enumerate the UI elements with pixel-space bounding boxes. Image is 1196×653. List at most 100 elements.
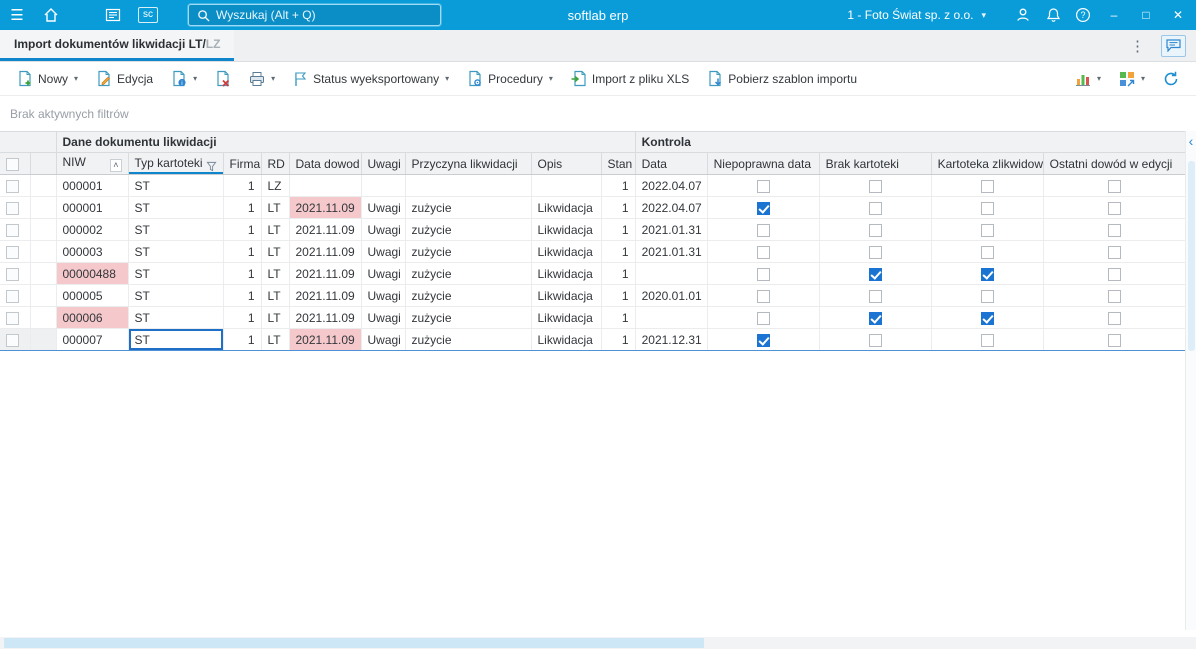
cell-przyczyna[interactable]: zużycie (405, 262, 532, 285)
cell-opis[interactable]: Likwidacja (531, 328, 602, 351)
table-row[interactable]: 000005 ST 1 LT 2021.11.09 Uwagi zużycie Likwida… (0, 284, 1186, 307)
cell-kartoteka_zlikw[interactable] (931, 196, 1044, 219)
brak_kartoteki-checkbox[interactable] (868, 311, 882, 325)
cell-przyczyna[interactable]: zużycie (405, 328, 532, 351)
cell-data[interactable]: 2022.04.07 (635, 196, 708, 219)
brak_kartoteki-checkbox[interactable] (868, 289, 882, 303)
cell-data_dowodu[interactable]: 2021.11.09 (289, 262, 362, 285)
cell-opis[interactable]: Likwidacja (531, 262, 602, 285)
cell-data[interactable]: 2022.04.07 (635, 174, 708, 197)
cell-niepoprawna_data[interactable] (707, 196, 820, 219)
cell-typ[interactable]: ST (128, 306, 224, 329)
cell-firma[interactable]: 1 (223, 196, 262, 219)
cell-data_dowodu[interactable]: 2021.11.09 (289, 196, 362, 219)
cell-kartoteka_zlikw[interactable] (931, 306, 1044, 329)
cell-opis[interactable]: Likwidacja (531, 306, 602, 329)
kartoteka_zlikw-checkbox[interactable] (980, 245, 994, 259)
table-row[interactable]: 000002 ST 1 LT 2021.11.09 Uwagi zużycie Likwida… (0, 218, 1186, 241)
cell-brak_kartoteki[interactable] (819, 174, 932, 197)
cell-data[interactable]: 2021.01.31 (635, 218, 708, 241)
cell-kartoteka_zlikw[interactable] (931, 240, 1044, 263)
ostatni_dowod-checkbox[interactable] (1107, 333, 1121, 347)
comments-button[interactable] (1161, 34, 1186, 57)
cell-typ[interactable]: ST (128, 262, 224, 285)
close-button[interactable]: ✕ (1162, 0, 1194, 30)
bell-icon[interactable] (1038, 0, 1068, 30)
help-icon[interactable]: ? (1068, 0, 1098, 30)
filter-icon[interactable] (205, 161, 217, 172)
cell-data_dowodu[interactable]: 2021.11.09 (289, 240, 362, 263)
brak_kartoteki-checkbox[interactable] (868, 179, 882, 193)
cell-stan[interactable]: 1 (601, 218, 636, 241)
row-checkbox[interactable] (6, 311, 19, 325)
search-input[interactable] (216, 8, 432, 22)
cell-stan[interactable]: 1 (601, 196, 636, 219)
cell-niw[interactable]: 00000488 (56, 262, 129, 285)
cell-uwagi[interactable]: Uwagi (361, 328, 406, 351)
cell-niw[interactable]: 000003 (56, 240, 129, 263)
row-select-cell[interactable] (0, 262, 31, 285)
cell-firma[interactable]: 1 (223, 328, 262, 351)
vertical-scroll-thumb[interactable] (1188, 161, 1195, 351)
cell-brak_kartoteki[interactable] (819, 284, 932, 307)
cell-rd[interactable]: LT (261, 196, 290, 219)
niepoprawna_data-checkbox[interactable] (756, 245, 770, 259)
cell-data[interactable]: 2020.01.01 (635, 284, 708, 307)
col-header-data[interactable]: Data (635, 152, 708, 175)
cell-opis[interactable] (531, 174, 602, 197)
overflow-menu-icon[interactable]: ⋮ (1126, 37, 1149, 55)
chart-view-button[interactable]: ▾ (1068, 66, 1108, 92)
cell-kartoteka_zlikw[interactable] (931, 328, 1044, 351)
cell-stan[interactable]: 1 (601, 240, 636, 263)
row-select-cell[interactable] (0, 218, 31, 241)
kartoteka_zlikw-checkbox[interactable] (980, 179, 994, 193)
cell-firma[interactable]: 1 (223, 174, 262, 197)
col-header-kartoteka-zlikwidowana[interactable]: Kartoteka zlikwidow (931, 152, 1044, 175)
cell-opis[interactable]: Likwidacja (531, 240, 602, 263)
cell-uwagi[interactable]: Uwagi (361, 218, 406, 241)
cell-ostatni_dowod[interactable] (1043, 218, 1186, 241)
cell-rd[interactable]: LT (261, 218, 290, 241)
cell-uwagi[interactable]: Uwagi (361, 284, 406, 307)
table-row[interactable]: 00000488 ST 1 LT 2021.11.09 Uwagi zużycie Likwi… (0, 262, 1186, 285)
table-row[interactable]: 000003 ST 1 LT 2021.11.09 Uwagi zużycie Likwida… (0, 240, 1186, 263)
cell-przyczyna[interactable]: zużycie (405, 306, 532, 329)
row-checkbox[interactable] (6, 201, 19, 215)
table-row[interactable]: 000007 ST 1 LT 2021.11.09 Uwagi zużycie Likwida… (0, 328, 1186, 351)
row-select-cell[interactable] (0, 196, 31, 219)
cell-brak_kartoteki[interactable] (819, 196, 932, 219)
cell-niw[interactable]: 000001 (56, 174, 129, 197)
cell-rd[interactable]: LT (261, 262, 290, 285)
cell-opis[interactable]: Likwidacja (531, 196, 602, 219)
cell-ostatni_dowod[interactable] (1043, 306, 1186, 329)
cell-brak_kartoteki[interactable] (819, 218, 932, 241)
brak_kartoteki-checkbox[interactable] (868, 245, 882, 259)
col-header-niw[interactable]: ˄ NIW (56, 152, 129, 175)
cell-opis[interactable]: Likwidacja (531, 284, 602, 307)
cell-rd[interactable]: LZ (261, 174, 290, 197)
import-xls-button[interactable]: Import z pliku XLS (564, 66, 696, 92)
cell-kartoteka_zlikw[interactable] (931, 174, 1044, 197)
brak_kartoteki-checkbox[interactable] (868, 223, 882, 237)
cell-stan[interactable]: 1 (601, 174, 636, 197)
cell-niepoprawna_data[interactable] (707, 306, 820, 329)
cell-stan[interactable]: 1 (601, 262, 636, 285)
cell-ostatni_dowod[interactable] (1043, 284, 1186, 307)
niepoprawna_data-checkbox[interactable] (756, 289, 770, 303)
niepoprawna_data-checkbox[interactable] (756, 311, 770, 325)
ostatni_dowod-checkbox[interactable] (1107, 179, 1121, 193)
ostatni_dowod-checkbox[interactable] (1107, 311, 1121, 325)
row-checkbox[interactable] (6, 179, 19, 193)
ostatni_dowod-checkbox[interactable] (1107, 245, 1121, 259)
menu-icon[interactable]: ☰ (2, 0, 32, 30)
row-checkbox[interactable] (6, 245, 19, 259)
col-header-firma[interactable]: Firma (223, 152, 262, 175)
row-select-cell[interactable] (0, 240, 31, 263)
cell-stan[interactable]: 1 (601, 306, 636, 329)
cell-niw[interactable]: 000007 (56, 328, 129, 351)
kartoteka_zlikw-checkbox[interactable] (980, 223, 994, 237)
download-template-button[interactable]: Pobierz szablon importu (700, 66, 864, 92)
vertical-scrollbar[interactable]: ‹ (1185, 131, 1196, 630)
niepoprawna_data-checkbox[interactable] (756, 179, 770, 193)
new-button[interactable]: Nowy ▾ (10, 66, 85, 92)
